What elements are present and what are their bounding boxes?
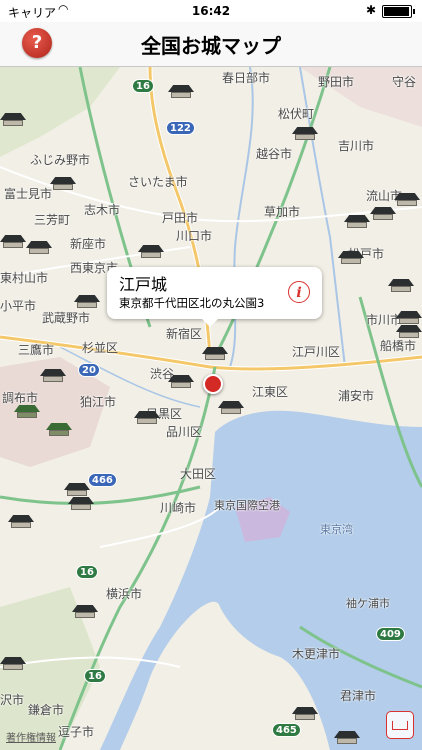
castle-name: 江戸城: [119, 275, 168, 294]
road-shield: 465: [272, 723, 301, 737]
place-label: 逗子市: [58, 725, 95, 739]
navigation-bar: ? 全国お城マップ: [0, 22, 422, 67]
castle-marker-icon[interactable]: [292, 707, 318, 721]
castle-marker-icon[interactable]: [0, 235, 26, 249]
place-label: 品川区: [166, 425, 203, 439]
castle-marker-icon[interactable]: [338, 251, 364, 265]
place-label: 新宿区: [166, 327, 203, 341]
castle-marker-icon[interactable]: [168, 85, 194, 99]
location-pin-icon[interactable]: [203, 374, 223, 394]
place-label: 志木市: [84, 203, 121, 217]
castle-marker-icon[interactable]: [218, 401, 244, 415]
place-label: 新座市: [70, 237, 107, 251]
castle-marker-icon[interactable]: [292, 127, 318, 141]
road-shield: 466: [88, 473, 117, 487]
place-label: 三芳町: [34, 213, 71, 227]
castle-marker-icon[interactable]: [202, 347, 228, 361]
castle-marker-icon[interactable]: [334, 731, 360, 745]
place-label: 木更津市: [292, 647, 341, 661]
castle-marker-icon[interactable]: [72, 605, 98, 619]
copyright-link[interactable]: 著作権情報: [6, 729, 56, 744]
page-title: 全国お城マップ: [141, 34, 281, 58]
place-label: 沢市: [0, 693, 25, 707]
place-label: 袖ケ浦市: [346, 597, 390, 610]
place-label: 鎌倉市: [28, 703, 65, 717]
castle-marker-icon[interactable]: [394, 193, 420, 207]
place-label: ふじみ野市: [30, 153, 91, 167]
castle-marker-icon[interactable]: [134, 411, 160, 425]
place-label: 越谷市: [256, 147, 293, 161]
castle-marker-icon[interactable]: [8, 515, 34, 529]
place-label: 吉川市: [338, 139, 375, 153]
castle-marker-icon[interactable]: [168, 375, 194, 389]
status-bar: キャリア ◠ 16:42 ✱: [0, 0, 422, 22]
place-label: 川口市: [176, 229, 213, 243]
info-icon[interactable]: i: [288, 281, 310, 303]
place-label: さいたま市: [128, 175, 188, 189]
castle-marker-icon[interactable]: [40, 369, 66, 383]
bluetooth-icon: ✱: [365, 3, 376, 17]
place-label: 江東区: [252, 385, 289, 399]
place-label: 小平市: [0, 299, 37, 313]
place-label: 船橋市: [380, 339, 417, 353]
place-label: 東京国際空港: [214, 499, 280, 512]
castle-marker-icon[interactable]: [14, 405, 40, 419]
map-view[interactable]: 春日部市 野田市 守谷 ふじみ野市 松伏町 越谷市 吉川市 さいたま市 富士見市…: [0, 67, 422, 750]
place-label: 江戸川区: [292, 345, 341, 359]
place-label: 松伏町: [278, 107, 315, 121]
place-label: 富士見市: [4, 187, 53, 201]
place-label: 野田市: [318, 75, 355, 89]
castle-marker-icon[interactable]: [0, 113, 26, 127]
place-label: 川崎市: [160, 501, 197, 515]
place-label: 守谷: [392, 75, 417, 89]
castle-callout[interactable]: 江戸城 東京都千代田区北の丸公園3 i: [107, 267, 322, 327]
castle-marker-icon[interactable]: [46, 423, 72, 437]
castle-marker-icon[interactable]: [396, 325, 422, 339]
castle-marker-icon[interactable]: [0, 657, 26, 671]
place-label: 君津市: [340, 689, 377, 703]
place-label: 春日部市: [222, 71, 271, 85]
castle-marker-icon[interactable]: [396, 311, 422, 325]
status-time: 16:42: [191, 4, 231, 18]
place-label: 三鷹市: [18, 343, 55, 357]
castle-marker-icon[interactable]: [138, 245, 164, 259]
road-shield: 16: [84, 669, 106, 683]
place-label: 調布市: [2, 391, 39, 405]
castle-marker-icon[interactable]: [64, 483, 90, 497]
castle-marker-icon[interactable]: [68, 497, 94, 511]
road-shield: 409: [376, 627, 405, 641]
castle-marker-icon[interactable]: [370, 207, 396, 221]
place-label: 武蔵野市: [42, 311, 91, 325]
castle-marker-icon[interactable]: [74, 295, 100, 309]
castle-address: 東京都千代田区北の丸公園3: [119, 296, 265, 310]
place-label: 杉並区: [82, 341, 119, 355]
castle-marker-icon[interactable]: [388, 279, 414, 293]
castle-marker-icon[interactable]: [26, 241, 52, 255]
road-shield: 122: [166, 121, 195, 135]
road-shield: 16: [132, 79, 154, 93]
battery-icon: [382, 5, 415, 18]
place-label: 東村山市: [0, 271, 49, 285]
tracking-icon[interactable]: [386, 711, 414, 739]
road-shield: 20: [78, 363, 100, 377]
place-label: 戸田市: [162, 211, 199, 225]
map-base-graphics: [0, 67, 422, 750]
road-shield: 16: [76, 565, 98, 579]
castle-marker-icon[interactable]: [344, 215, 370, 229]
place-label: 狛江市: [80, 395, 117, 409]
place-label: 東京湾: [320, 523, 353, 536]
place-label: 横浜市: [106, 587, 143, 601]
castle-marker-icon[interactable]: [50, 177, 76, 191]
place-label: 大田区: [180, 467, 217, 481]
place-label: 浦安市: [338, 389, 375, 403]
place-label: 草加市: [264, 205, 301, 219]
